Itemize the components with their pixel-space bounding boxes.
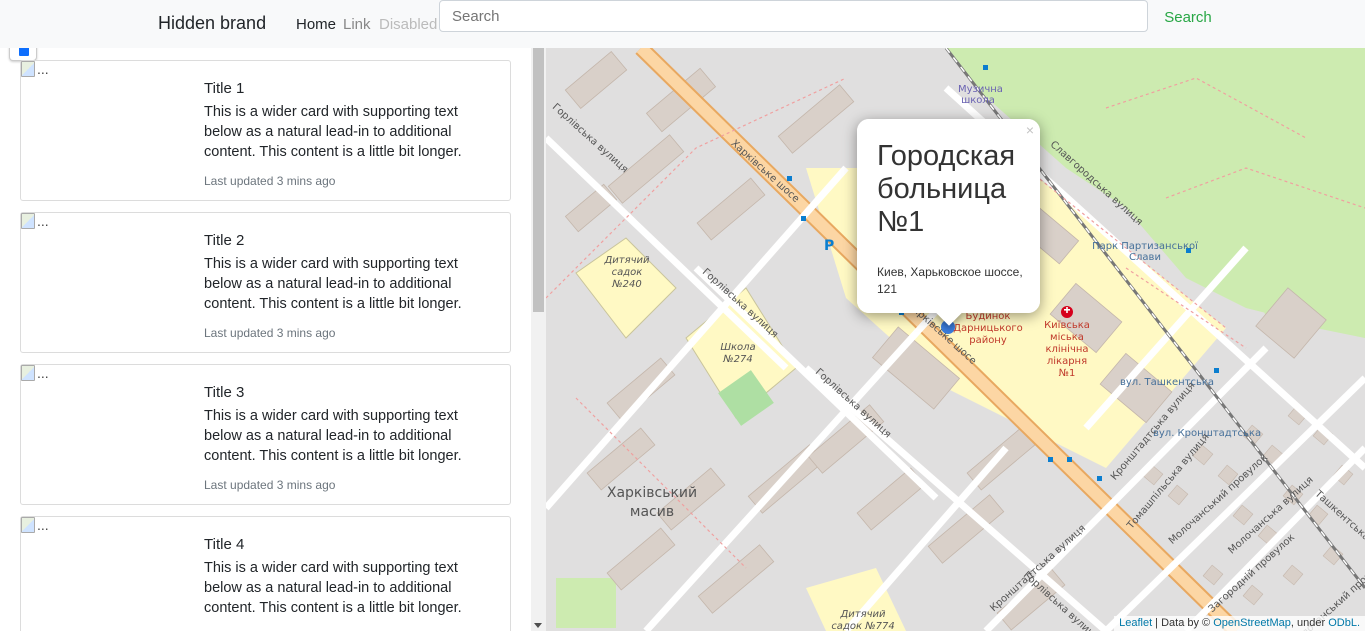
attribution-text: | Data by © bbox=[1152, 617, 1214, 629]
search-button[interactable]: Search bbox=[1158, 6, 1218, 28]
card-updated: Last updated 3 mins ago bbox=[204, 326, 336, 340]
odbl-link[interactable]: ODbL. bbox=[1328, 617, 1360, 629]
map-label-hospital: Київська міська клінічна лікарня №1 bbox=[1044, 320, 1090, 379]
card-image: ... bbox=[21, 365, 49, 381]
parking-icon: P bbox=[824, 238, 835, 254]
card-list[interactable]: ... Title 1 This is a wider card with su… bbox=[0, 48, 531, 631]
map-label-kharkiv-massiv: Харківський масив bbox=[606, 485, 698, 520]
card[interactable]: ... Title 3 This is a wider card with su… bbox=[20, 364, 511, 505]
leaflet-link[interactable]: Leaflet bbox=[1119, 617, 1152, 629]
card[interactable]: ... Title 1 This is a wider card with su… bbox=[20, 60, 511, 201]
card-image: ... bbox=[21, 61, 49, 77]
popup-content: × Городская больница №1 Киев, Харьковско… bbox=[857, 119, 1040, 313]
card-image-alt: ... bbox=[37, 365, 49, 381]
card[interactable]: ... Title 4 This is a wider card with su… bbox=[20, 516, 511, 631]
card-title: Title 2 bbox=[204, 232, 245, 249]
osm-link[interactable]: OpenStreetMap bbox=[1213, 617, 1291, 629]
navbar: Hidden brand Home Link Disabled Search bbox=[0, 0, 1365, 48]
map-label-building: Будинок Дарницького району bbox=[953, 311, 1023, 346]
navbar-brand[interactable]: Hidden brand bbox=[158, 13, 266, 34]
nav-link-link[interactable]: Link bbox=[343, 16, 371, 33]
card-text: This is a wider card with supporting tex… bbox=[204, 408, 462, 464]
map-attribution: Leaflet | Data by © OpenStreetMap, under… bbox=[1114, 616, 1365, 631]
broken-image-icon bbox=[21, 61, 35, 77]
card-image-alt: ... bbox=[37, 517, 49, 533]
map-label-kindergarten-240: Дитячий садок №240 bbox=[604, 255, 650, 290]
card-title: Title 1 bbox=[204, 80, 245, 97]
card[interactable]: ... Title 2 This is a wider card with su… bbox=[20, 212, 511, 353]
card-updated: Last updated 3 mins ago bbox=[204, 478, 336, 492]
scroll-down-arrow-icon[interactable] bbox=[534, 623, 542, 628]
checkbox-icon bbox=[19, 48, 29, 56]
card-text: This is a wider card with supporting tex… bbox=[204, 104, 462, 160]
map-label-park: Парк Партизанської Слави bbox=[1092, 241, 1198, 263]
map[interactable]: Музична школа Парк Партизанської Слави Д… bbox=[546, 48, 1365, 631]
card-image: ... bbox=[21, 213, 49, 229]
nav-link-disabled: Disabled bbox=[379, 16, 438, 33]
map-label-school-274: Школа №274 bbox=[720, 342, 756, 365]
popup-title: Городская больница №1 bbox=[877, 140, 1016, 238]
nav-link-home[interactable]: Home bbox=[296, 16, 336, 33]
broken-image-icon bbox=[21, 213, 35, 229]
broken-image-icon bbox=[21, 517, 35, 533]
card-image-alt: ... bbox=[37, 61, 49, 77]
close-icon[interactable]: × bbox=[1026, 122, 1034, 138]
map-label-tashkentska: вул. Ташкентська bbox=[1120, 377, 1215, 388]
popup-address: Киев, Харьковское шоссе, 121 bbox=[877, 265, 1023, 296]
search-input[interactable] bbox=[439, 0, 1148, 32]
card-image-alt: ... bbox=[37, 213, 49, 229]
map-label-music-school: Музична школа bbox=[958, 84, 1003, 106]
card-text: This is a wider card with supporting tex… bbox=[204, 560, 462, 616]
map-label-kindergarten-774: Дитячий садок №774 bbox=[831, 609, 895, 631]
list-scrollbar[interactable] bbox=[531, 48, 546, 631]
map-popup[interactable]: × Городская больница №1 Киев, Харьковско… bbox=[857, 119, 1040, 326]
card-updated: Last updated 3 mins ago bbox=[204, 174, 336, 188]
broken-image-icon bbox=[21, 365, 35, 381]
card-title: Title 4 bbox=[204, 536, 245, 553]
card-text: This is a wider card with supporting tex… bbox=[204, 256, 462, 312]
scrollbar-thumb[interactable] bbox=[533, 48, 544, 312]
attribution-text: , under bbox=[1290, 617, 1329, 629]
card-title: Title 3 bbox=[204, 384, 245, 401]
card-image: ... bbox=[21, 517, 49, 533]
